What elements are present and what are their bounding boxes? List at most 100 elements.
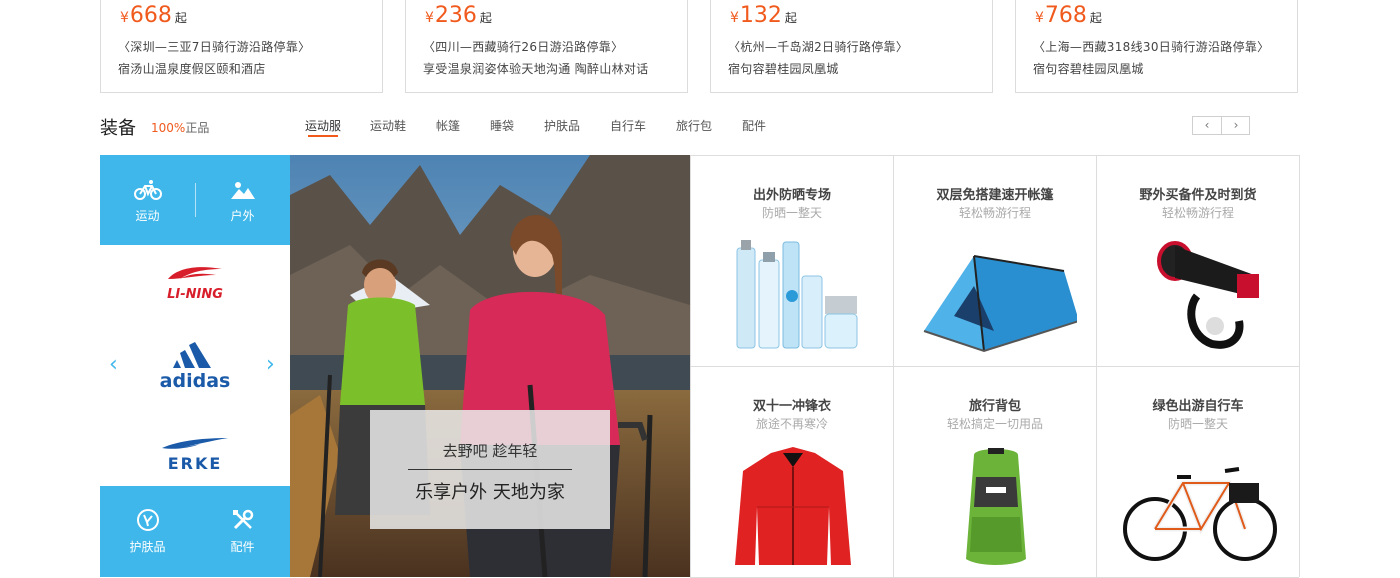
product-card-bicycle[interactable]: 绿色出游自行车 防晒一整天 xyxy=(1096,367,1299,578)
product-title: 出外防晒专场 xyxy=(752,188,831,203)
route-price: ¥236 起 xyxy=(425,3,492,31)
product-title: 野外买备件及时到货 xyxy=(1139,188,1257,203)
currency-symbol: ¥ xyxy=(425,10,434,26)
product-subtitle: 防晒一整天 xyxy=(761,206,822,220)
brand-name: adidas xyxy=(159,370,231,392)
brand-name: LI-NING xyxy=(167,287,223,302)
brand-next-arrow[interactable]: › xyxy=(266,354,275,376)
currency-symbol: ¥ xyxy=(120,10,129,26)
tab-sport-shoes[interactable]: 运动鞋 xyxy=(370,117,406,134)
route-card[interactable]: ¥768 起 〈上海—西藏318线30日骑行游沿路停靠〉 宿句容碧桂园凤凰城 xyxy=(1015,0,1298,93)
route-card[interactable]: ¥668 起 〈深圳—三亚7日骑行游沿路停靠〉 宿汤山温泉度假区颐和酒店 xyxy=(100,0,383,93)
sidebar-item-outdoor[interactable]: 户外 xyxy=(195,179,290,224)
price-suffix: 起 xyxy=(784,11,797,25)
product-title: 双十一冲锋衣 xyxy=(752,399,831,414)
product-subtitle: 旅途不再寒冷 xyxy=(755,417,828,431)
hero-slogan: 去野吧 趁年轻 xyxy=(442,442,538,460)
tab-sleeping-bags[interactable]: 睡袋 xyxy=(490,117,514,134)
price-suffix: 起 xyxy=(174,11,187,25)
price-value: 668 xyxy=(129,3,172,28)
bicycle-icon xyxy=(133,180,162,200)
currency-symbol: ¥ xyxy=(1035,10,1044,26)
bike-light-icon xyxy=(1157,241,1259,349)
tab-bicycles[interactable]: 自行车 xyxy=(610,117,646,134)
product-subtitle: 轻松畅游行程 xyxy=(1161,206,1234,220)
pager: ‹ › xyxy=(1192,116,1250,135)
hero-caption: 去野吧 趁年轻 乐享户外 天地为家 xyxy=(370,410,610,529)
tab-travel-bags[interactable]: 旅行包 xyxy=(676,117,712,134)
product-card-tent[interactable]: 双层免搭建速开帐篷 轻松畅游行程 xyxy=(893,156,1096,367)
route-title[interactable]: 〈杭州—千岛湖2日骑行路停靠〉 xyxy=(728,38,908,55)
product-subtitle: 轻松搞定一切用品 xyxy=(946,417,1043,431)
lining-logo-icon xyxy=(168,267,222,279)
prev-page-button[interactable]: ‹ xyxy=(1193,117,1222,134)
currency-symbol: ¥ xyxy=(730,10,739,26)
bicycle-product-icon xyxy=(1123,467,1277,561)
skincare-icon xyxy=(136,509,159,531)
product-card-jacket[interactable]: 双十一冲锋衣 旅途不再寒冷 xyxy=(690,367,893,578)
brand-name: ERKE xyxy=(167,454,223,473)
product-title: 旅行背包 xyxy=(968,399,1021,414)
price-suffix: 起 xyxy=(1089,11,1102,25)
product-title: 绿色出游自行车 xyxy=(1152,399,1244,414)
price-value: 768 xyxy=(1044,3,1087,28)
sidebar-bottom-panel: 护肤品 配件 xyxy=(100,486,290,577)
category-subtitle: 100%正品 xyxy=(151,119,209,136)
hero-divider xyxy=(408,469,572,470)
brand-sidebar: 运动 户外 LI-NING adidas ERKE ‹ › 护肤品 配件 xyxy=(100,155,290,577)
backpack-icon xyxy=(966,448,1026,565)
jacket-icon xyxy=(735,447,851,565)
landscape-icon xyxy=(230,182,255,199)
tools-icon xyxy=(232,509,253,530)
route-price: ¥668 起 xyxy=(120,3,187,31)
sidebar-item-label: 配件 xyxy=(230,540,255,554)
product-card-sunscreen[interactable]: 出外防晒专场 防晒一整天 xyxy=(690,156,893,367)
route-title[interactable]: 〈四川—西藏骑行26日游沿路停靠〉 xyxy=(423,38,623,55)
sidebar-item-label: 户外 xyxy=(230,209,255,223)
route-hotel: 宿汤山温泉度假区颐和酒店 xyxy=(118,62,266,76)
tab-sportswear[interactable]: 运动服 xyxy=(305,117,341,137)
price-suffix: 起 xyxy=(479,11,492,25)
route-hotel: 享受温泉润姿体验天地沟通 陶醉山林对话 xyxy=(423,62,649,76)
product-card-backpack[interactable]: 旅行背包 轻松搞定一切用品 xyxy=(893,367,1096,578)
tent-icon xyxy=(923,255,1077,353)
category-title: 装备 xyxy=(100,118,136,139)
tab-tents[interactable]: 帐篷 xyxy=(436,117,460,134)
sidebar-item-skincare[interactable]: 护肤品 xyxy=(100,508,195,555)
sidebar-item-label: 护肤品 xyxy=(129,540,166,554)
route-title[interactable]: 〈深圳—三亚7日骑行游沿路停靠〉 xyxy=(118,38,310,55)
next-page-button[interactable]: › xyxy=(1222,117,1250,134)
product-title: 双层免搭建速开帐篷 xyxy=(936,188,1054,203)
brand-lining[interactable]: LI-NING xyxy=(140,263,250,302)
route-hotel: 宿句容碧桂园凤凰城 xyxy=(1033,62,1144,76)
genuine-label: 正品 xyxy=(185,121,210,135)
price-value: 132 xyxy=(739,3,782,28)
tab-accessories[interactable]: 配件 xyxy=(742,117,766,134)
route-price: ¥768 起 xyxy=(1035,3,1102,31)
route-card[interactable]: ¥236 起 〈四川—西藏骑行26日游沿路停靠〉 享受温泉润姿体验天地沟通 陶醉山… xyxy=(405,0,688,93)
adidas-logo-icon xyxy=(173,342,211,368)
tab-skincare[interactable]: 护肤品 xyxy=(544,117,580,134)
brand-adidas[interactable]: adidas xyxy=(140,342,250,392)
sidebar-item-label: 运动 xyxy=(135,209,160,223)
route-card[interactable]: ¥132 起 〈杭州—千岛湖2日骑行路停靠〉 宿句容碧桂园凤凰城 xyxy=(710,0,993,93)
route-hotel: 宿句容碧桂园凤凰城 xyxy=(728,62,839,76)
product-card-bike-light[interactable]: 野外买备件及时到货 轻松畅游行程 xyxy=(1096,156,1299,367)
product-grid: 出外防晒专场 防晒一整天 双层免搭建速开帐篷 轻松畅游行程 野外买备件及时到货 … xyxy=(690,155,1300,578)
sidebar-item-sports[interactable]: 运动 xyxy=(100,179,195,224)
brand-erke[interactable]: ERKE xyxy=(140,435,250,473)
route-price: ¥132 起 xyxy=(730,3,797,31)
route-title[interactable]: 〈上海—西藏318线30日骑行游沿路停靠〉 xyxy=(1033,38,1269,55)
genuine-percent: 100% xyxy=(151,121,186,135)
brand-prev-arrow[interactable]: ‹ xyxy=(109,354,118,376)
skincare-bottles-icon xyxy=(736,240,858,349)
product-subtitle: 轻松畅游行程 xyxy=(958,206,1031,220)
route-cards: ¥668 起 〈深圳—三亚7日骑行游沿路停靠〉 宿汤山温泉度假区颐和酒店 ¥236… xyxy=(100,0,1300,95)
sidebar-item-accessories[interactable]: 配件 xyxy=(195,508,290,555)
erke-logo-icon xyxy=(162,438,228,449)
product-subtitle: 防晒一整天 xyxy=(1167,417,1228,431)
sidebar-top-panel: 运动 户外 xyxy=(100,155,290,245)
price-value: 236 xyxy=(434,3,477,28)
hero-banner[interactable]: 去野吧 趁年轻 乐享户外 天地为家 xyxy=(290,155,690,577)
hero-tagline: 乐享户外 天地为家 xyxy=(415,482,565,503)
